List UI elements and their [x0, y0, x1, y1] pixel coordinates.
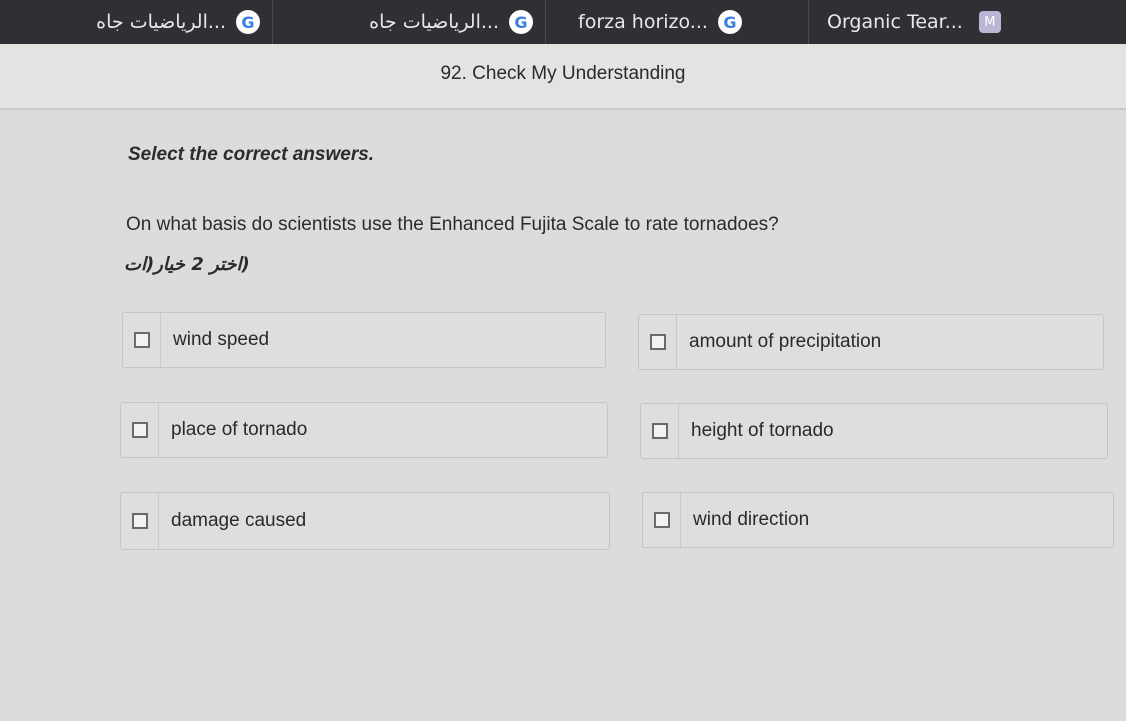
- option-damage-caused[interactable]: damage caused: [120, 492, 610, 550]
- checkbox-cell: [639, 315, 677, 369]
- option-label: wind direction: [693, 509, 810, 530]
- checkbox[interactable]: [651, 423, 668, 439]
- option-label: height of tornado: [691, 420, 834, 441]
- checkbox[interactable]: [131, 422, 148, 438]
- google-icon: G: [236, 10, 260, 34]
- choose-two-hint: (اختر 2 خيار(ات: [124, 254, 250, 275]
- option-label: place of tornado: [171, 419, 308, 440]
- option-wind-speed[interactable]: wind speed: [122, 312, 606, 368]
- tab-arabic-math-2[interactable]: ...الرياضيات جاه G: [273, 0, 546, 44]
- tab-forza-horizon[interactable]: forza horizo... G: [546, 0, 809, 44]
- question-header: 92. Check My Understanding: [0, 44, 1126, 110]
- option-label: wind speed: [173, 329, 270, 350]
- option-place-of-tornado[interactable]: place of tornado: [120, 402, 608, 458]
- checkbox-cell: [123, 313, 161, 367]
- checkbox-cell: [641, 404, 679, 458]
- tab-title: ...الرياضيات جاه: [369, 11, 499, 33]
- checkbox[interactable]: [653, 512, 670, 528]
- google-icon: G: [509, 10, 533, 34]
- question-prompt: On what basis do scientists use the Enha…: [126, 214, 779, 235]
- option-label: amount of precipitation: [689, 331, 882, 352]
- question-number-title: 92. Check My Understanding: [440, 63, 686, 84]
- option-height-of-tornado[interactable]: height of tornado: [640, 403, 1108, 459]
- checkbox[interactable]: [131, 513, 148, 529]
- tab-title: Organic Tear...: [827, 11, 963, 33]
- checkbox[interactable]: [649, 334, 666, 350]
- m-icon: M: [978, 11, 1001, 33]
- option-amount-of-precipitation[interactable]: amount of precipitation: [638, 314, 1104, 370]
- option-label: damage caused: [171, 510, 307, 531]
- checkbox-cell: [121, 403, 159, 457]
- google-icon: G: [717, 10, 742, 34]
- tab-title: forza horizo...: [578, 11, 708, 33]
- tab-arabic-math-1[interactable]: ...الرياضيات جاه G: [0, 0, 273, 44]
- option-wind-direction[interactable]: wind direction: [642, 492, 1114, 548]
- checkbox-cell: [643, 493, 681, 547]
- browser-tab-bar: ...الرياضيات جاه G ...الرياضيات جاه G fo…: [0, 0, 1126, 44]
- checkbox[interactable]: [133, 332, 150, 348]
- checkbox-cell: [121, 493, 159, 549]
- instruction-text: Select the correct answers.: [128, 144, 375, 165]
- tab-organic-tear[interactable]: Organic Tear... M: [809, 0, 1126, 44]
- tab-title: ...الرياضيات جاه: [96, 11, 226, 33]
